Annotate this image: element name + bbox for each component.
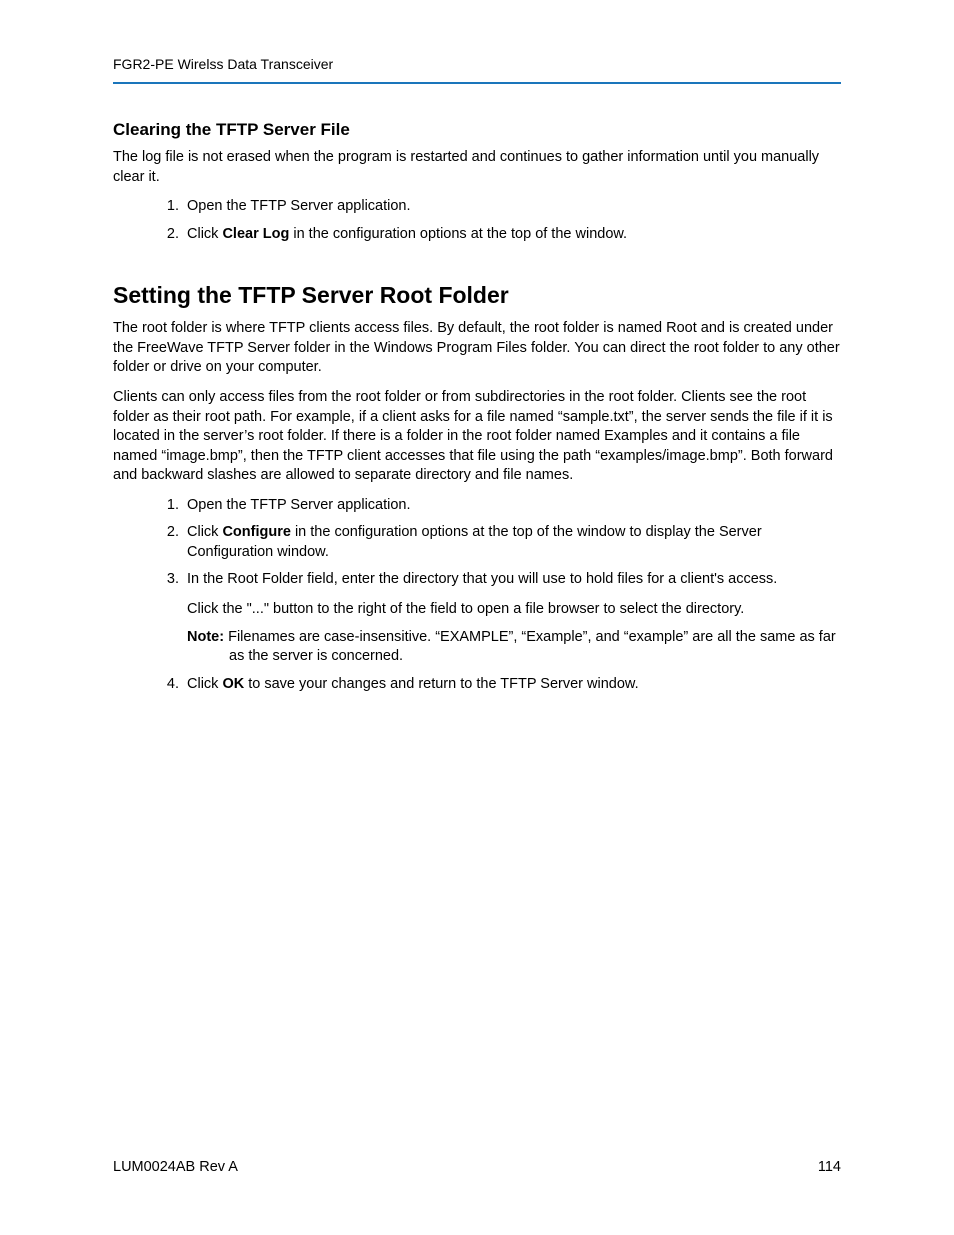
step-post: in the configuration options at the top … [289, 226, 627, 242]
list-item: Click OK to save your changes and return… [183, 675, 841, 695]
step-post: to save your changes and return to the T… [244, 676, 638, 692]
step-bold: Clear Log [222, 226, 289, 242]
step-bold: Configure [222, 524, 290, 540]
step-text: Open the TFTP Server application. [187, 497, 411, 513]
step-text: In the Root Folder field, enter the dire… [187, 571, 777, 587]
heading-root-folder: Setting the TFTP Server Root Folder [113, 282, 841, 309]
step-sub: Click the "..." button to the right of t… [187, 600, 841, 620]
steps-clearing: Open the TFTP Server application. Click … [113, 197, 841, 244]
note-text: Filenames are case-insensitive. “EXAMPLE… [224, 629, 836, 665]
page: FGR2-PE Wirelss Data Transceiver Clearin… [0, 0, 954, 1235]
step-pre: Click [187, 676, 222, 692]
list-item: Open the TFTP Server application. [183, 496, 841, 516]
step-text: Open the TFTP Server application. [187, 198, 411, 214]
note-label: Note: [187, 629, 224, 645]
step-pre: Click [187, 524, 222, 540]
running-header: FGR2-PE Wirelss Data Transceiver [113, 56, 841, 72]
steps-root-folder: Open the TFTP Server application. Click … [113, 496, 841, 695]
list-item: Click Clear Log in the configuration opt… [183, 225, 841, 245]
intro-clearing: The log file is not erased when the prog… [113, 148, 841, 187]
list-item: In the Root Folder field, enter the dire… [183, 570, 841, 666]
para-root-2: Clients can only access files from the r… [113, 388, 841, 486]
step-note: Note: Filenames are case-insensitive. “E… [187, 628, 841, 667]
footer-left: LUM0024AB Rev A [113, 1159, 238, 1175]
step-bold: OK [222, 676, 244, 692]
para-root-1: The root folder is where TFTP clients ac… [113, 319, 841, 378]
subheading-clearing: Clearing the TFTP Server File [113, 120, 841, 140]
step-pre: Click [187, 226, 222, 242]
footer-page-number: 114 [818, 1159, 841, 1175]
footer: LUM0024AB Rev A 114 [113, 1159, 841, 1175]
header-rule [113, 82, 841, 84]
list-item: Click Configure in the configuration opt… [183, 523, 841, 562]
list-item: Open the TFTP Server application. [183, 197, 841, 217]
